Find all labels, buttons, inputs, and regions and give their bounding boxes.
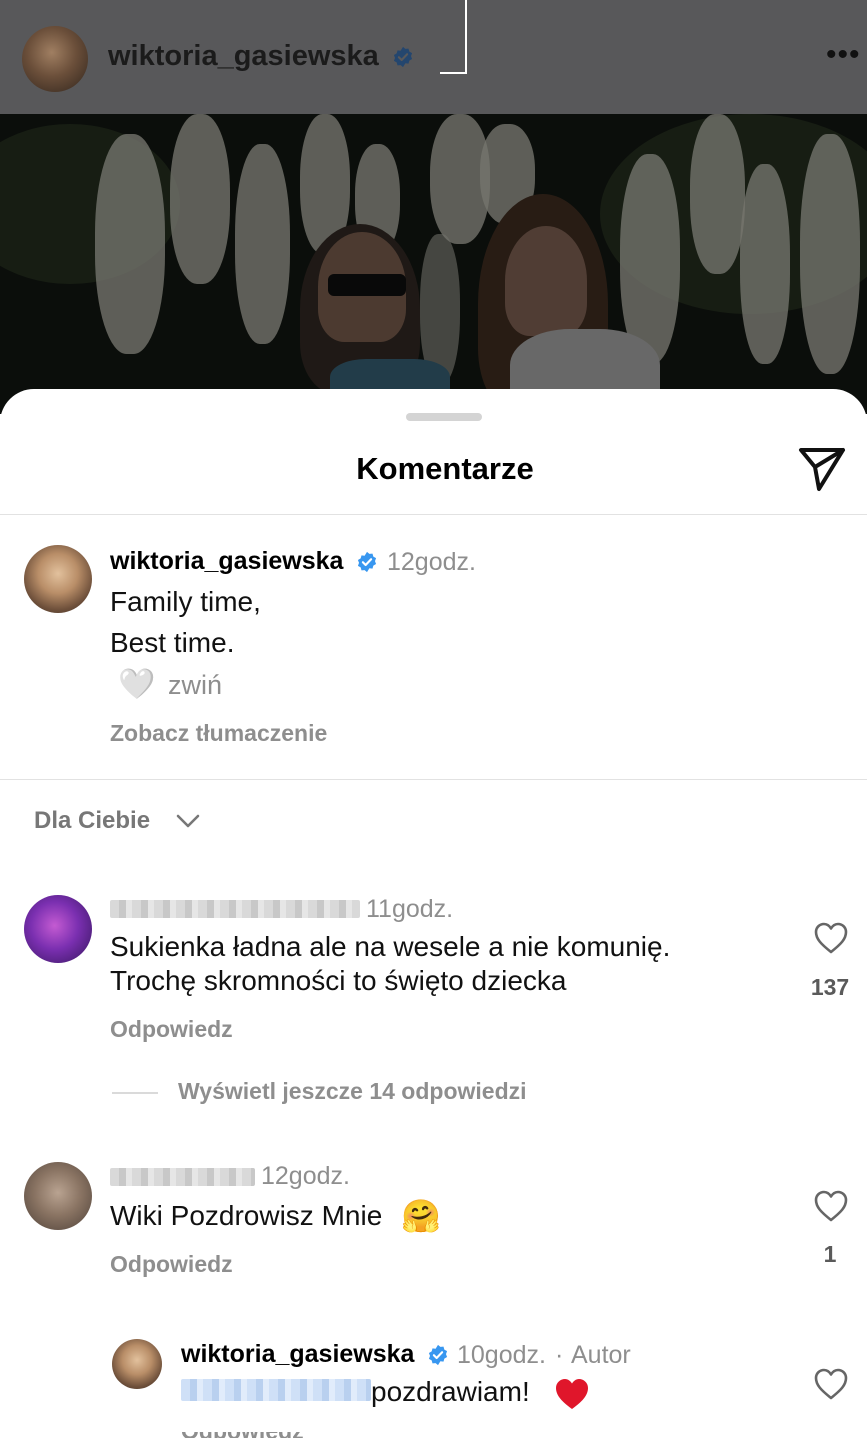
reply-button-cut[interactable]: Odpowiedz	[181, 1432, 311, 1438]
avatar[interactable]	[24, 545, 92, 613]
comment-text: Trochę skromności to święto dziecka	[110, 965, 567, 996]
verified-badge-icon	[357, 551, 377, 573]
avatar[interactable]	[112, 1339, 162, 1389]
like-count: 137	[810, 974, 850, 1000]
comment-text: Sukienka ładna ale na wesele a nie komun…	[110, 931, 671, 962]
crop-marker	[440, 72, 467, 74]
reply-username[interactable]: wiktoria_gasiewska	[181, 1340, 414, 1369]
heart-outline-icon[interactable]	[813, 1189, 849, 1223]
separator-dot: ·	[555, 1341, 564, 1369]
heart-outline-icon[interactable]	[813, 1367, 849, 1401]
author-tag: Autor	[571, 1341, 631, 1369]
divider	[0, 779, 867, 780]
blurred-mention[interactable]	[181, 1379, 371, 1401]
sheet-drag-handle[interactable]	[406, 413, 482, 421]
comment-text: Wiki Pozdrowisz Mnie	[110, 1200, 383, 1231]
divider	[0, 514, 867, 515]
reply-text: pozdrawiam!	[371, 1376, 530, 1407]
caption-line: Family time,	[110, 586, 261, 617]
blurred-username[interactable]	[110, 900, 360, 918]
avatar[interactable]	[24, 895, 92, 963]
post-photo[interactable]	[0, 114, 867, 414]
caption-line: Best time.	[110, 627, 235, 658]
verified-badge-icon	[393, 46, 413, 68]
blurred-username[interactable]	[110, 1168, 255, 1186]
verified-badge-icon	[428, 1344, 448, 1366]
view-more-replies[interactable]: Wyświetl jeszcze 14 odpowiedzi	[178, 1078, 527, 1105]
reply-button[interactable]: Odpowiedz	[110, 1251, 233, 1278]
more-horizontal-icon[interactable]: •••	[826, 40, 861, 70]
collapse-link[interactable]: zwiń	[168, 670, 222, 701]
reply-button[interactable]: Odpowiedz	[110, 1016, 233, 1043]
reply-timestamp: 10godz.	[457, 1341, 546, 1369]
post-author-username[interactable]: wiktoria_gasiewska	[108, 40, 379, 73]
post-header: wiktoria_gasiewska •••	[0, 0, 867, 114]
like-count: 1	[823, 1241, 837, 1267]
chevron-down-icon[interactable]	[176, 813, 200, 829]
caption-timestamp: 12godz.	[387, 548, 476, 576]
post-author-avatar[interactable]	[22, 26, 88, 92]
see-translation-link[interactable]: Zobacz tłumaczenie	[110, 720, 327, 747]
heart-outline-icon[interactable]	[813, 921, 849, 955]
hugging-face-emoji: 🤗	[401, 1197, 441, 1235]
avatar[interactable]	[24, 1162, 92, 1230]
paper-plane-icon[interactable]	[797, 445, 847, 493]
comments-sheet: Komentarze wiktoria_gasiewska 12godz. Fa…	[0, 389, 867, 1440]
crop-marker	[465, 0, 467, 73]
sheet-title: Komentarze	[356, 451, 534, 486]
sort-dropdown[interactable]: Dla Ciebie	[34, 807, 150, 835]
caption-username[interactable]: wiktoria_gasiewska	[110, 547, 343, 576]
thread-line	[112, 1092, 158, 1094]
comment-timestamp: 11godz.	[366, 895, 454, 923]
comment-timestamp: 12godz.	[261, 1162, 350, 1190]
white-heart-emoji: 🤍	[118, 667, 156, 702]
red-heart-emoji	[556, 1379, 588, 1409]
